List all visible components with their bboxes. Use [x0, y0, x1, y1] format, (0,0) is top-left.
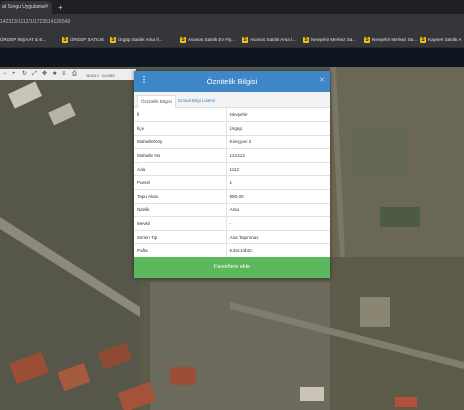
- attribute-key: Zemin Tip: [134, 230, 227, 245]
- attribute-value: Kireçyan 2: [226, 135, 330, 150]
- bookmark-item[interactable]: S Nevşehir Merkez Sa...: [364, 35, 417, 44]
- bookmark-label: Kayseri Satılık A: [428, 37, 462, 42]
- table-row: Parsel 1: [134, 175, 330, 191]
- bookmark-label: Nevşehir Merkez Sa...: [372, 37, 418, 42]
- print-icon[interactable]: ⎙: [72, 70, 77, 79]
- bookmark-favicon-icon: S: [364, 36, 370, 43]
- attribute-value: -: [226, 216, 330, 231]
- close-icon[interactable]: ✕: [319, 76, 325, 84]
- bookmarks-bar: ÜRGEP İNŞAAT & E... S ÜRGEP SATILIK S Ürgü…: [0, 32, 464, 48]
- attribute-value: Nevşehir: [226, 108, 330, 123]
- bookmark-item[interactable]: S Kayseri Satılık A: [420, 35, 461, 44]
- table-row: Ada 1112: [134, 162, 330, 177]
- table-row: Mahalle/Köy Kireçyan 2: [134, 135, 330, 150]
- attribute-info-dialog: ⋮ Öznitelik Bilgisi ✕ Öznitelik Bilgisi …: [134, 71, 330, 278]
- attribute-key: Ada: [134, 162, 227, 177]
- url-text: 142313/1112/1/1723514126549: [0, 19, 71, 25]
- attribute-key: İl: [134, 108, 227, 123]
- table-row: İlçe Ürgüp: [134, 121, 330, 136]
- attribute-key: Pafta: [134, 243, 227, 259]
- attribute-value: 1: [226, 175, 330, 191]
- browser-tab-strip: at Sorgu Uygulama ✕ +: [0, 0, 464, 14]
- attribute-key: Parsel: [134, 175, 227, 191]
- attribute-value: 142313: [226, 148, 330, 163]
- address-bar[interactable]: 142313/1112/1/1723514126549: [0, 14, 464, 32]
- bookmark-label: Avanos Satılık Ev Fiy...: [188, 37, 235, 42]
- attribute-key: Mahalle/Köy: [134, 135, 227, 150]
- tab-precedent-list[interactable]: Emsal Bilgi Listesi: [178, 95, 215, 106]
- attribute-value: Ürgüp: [226, 121, 330, 136]
- attribute-value: 1112: [226, 162, 330, 177]
- dialog-title: Öznitelik Bilgisi: [206, 77, 258, 86]
- dialog-header: ⋮ Öznitelik Bilgisi ✕: [134, 71, 330, 92]
- favorite-star-icon[interactable]: ★: [52, 70, 57, 79]
- attribute-value: 990,00: [226, 189, 330, 204]
- bookmark-label: Ürgüp Satılık Arsa İl...: [118, 37, 163, 42]
- map-toolbar: − + ↻ ⤢ ✥ ★ ≡ ⎙ 38,6314 · 34,9383: [0, 69, 136, 80]
- app-header-strip: [0, 48, 464, 67]
- menu-icon[interactable]: ≡: [62, 70, 66, 79]
- bookmark-item[interactable]: S Ürgüp Satılık Arsa İl...: [110, 35, 162, 44]
- expand-icon[interactable]: ⤢: [32, 70, 37, 79]
- table-row: Tapu Alanı 990,00: [134, 189, 330, 204]
- bookmark-item[interactable]: ÜRGEP İNŞAAT & E...: [0, 35, 46, 44]
- attribute-value: Arsa: [226, 203, 330, 218]
- attribute-value: K33c14b2c: [226, 243, 330, 259]
- attribute-key: Mahalle No: [134, 148, 227, 163]
- table-row: İl Nevşehir: [134, 108, 330, 123]
- bookmark-favicon-icon: S: [242, 36, 248, 43]
- bookmark-item[interactable]: S ÜRGEP SATILIK: [62, 35, 104, 44]
- bookmark-label: Nevşehir Merkez Sa...: [311, 37, 357, 42]
- bookmark-favicon-icon: S: [420, 36, 426, 43]
- zoom-in-icon[interactable]: +: [12, 70, 16, 79]
- bookmark-favicon-icon: S: [62, 36, 68, 43]
- table-row: Zemin Tip Ana Taşınmaz: [134, 230, 330, 245]
- tab-attribute-info[interactable]: Öznitelik Bilgisi: [137, 95, 176, 108]
- browser-tab[interactable]: at Sorgu Uygulama ✕: [0, 1, 52, 14]
- attribute-table: İl Nevşehir İlçe Ürgüp Mahalle/Köy Kireçyan 2…: [134, 108, 330, 259]
- zoom-out-icon[interactable]: −: [3, 70, 7, 79]
- tab-title: at Sorgu Uygulama: [2, 4, 45, 10]
- refresh-icon[interactable]: ↻: [22, 70, 27, 79]
- bookmark-favicon-icon: S: [110, 36, 116, 43]
- bookmark-item[interactable]: S Nevşehir Merkez Sa...: [303, 35, 356, 44]
- bookmark-label: Avanos Satılık Arsa İ...: [250, 37, 297, 42]
- bookmark-label: ÜRGEP İNŞAAT & E...: [0, 37, 47, 42]
- bookmark-favicon-icon: S: [180, 36, 186, 43]
- table-row: Mahalle No 142313: [134, 148, 330, 163]
- attribute-value: Ana Taşınmaz: [226, 230, 330, 245]
- attribute-key: Nitelik: [134, 203, 227, 218]
- pan-icon[interactable]: ✥: [42, 70, 47, 79]
- table-row: Nitelik Arsa: [134, 203, 330, 218]
- table-row: Pafta K33c14b2c: [134, 243, 330, 259]
- attribute-key: Tapu Alanı: [134, 189, 227, 204]
- table-row: Mevkii -: [134, 216, 330, 231]
- close-tab-icon[interactable]: ✕: [44, 1, 49, 14]
- attribute-key: Mevkii: [134, 216, 227, 231]
- add-to-favorites-button[interactable]: Favorilere ekle: [134, 257, 330, 278]
- bookmark-item[interactable]: S Avanos Satılık Arsa İ...: [242, 35, 296, 44]
- bookmark-label: ÜRGEP SATILIK: [70, 37, 105, 42]
- dialog-tabs: Öznitelik Bilgisi Emsal Bilgi Listesi: [134, 92, 330, 108]
- coordinate-readout: 38,6314 · 34,9383: [86, 74, 115, 78]
- new-tab-icon[interactable]: +: [58, 1, 63, 14]
- bookmark-favicon-icon: S: [303, 36, 309, 43]
- bookmark-item[interactable]: S Avanos Satılık Ev Fiy...: [180, 35, 235, 44]
- attribute-key: İlçe: [134, 121, 227, 136]
